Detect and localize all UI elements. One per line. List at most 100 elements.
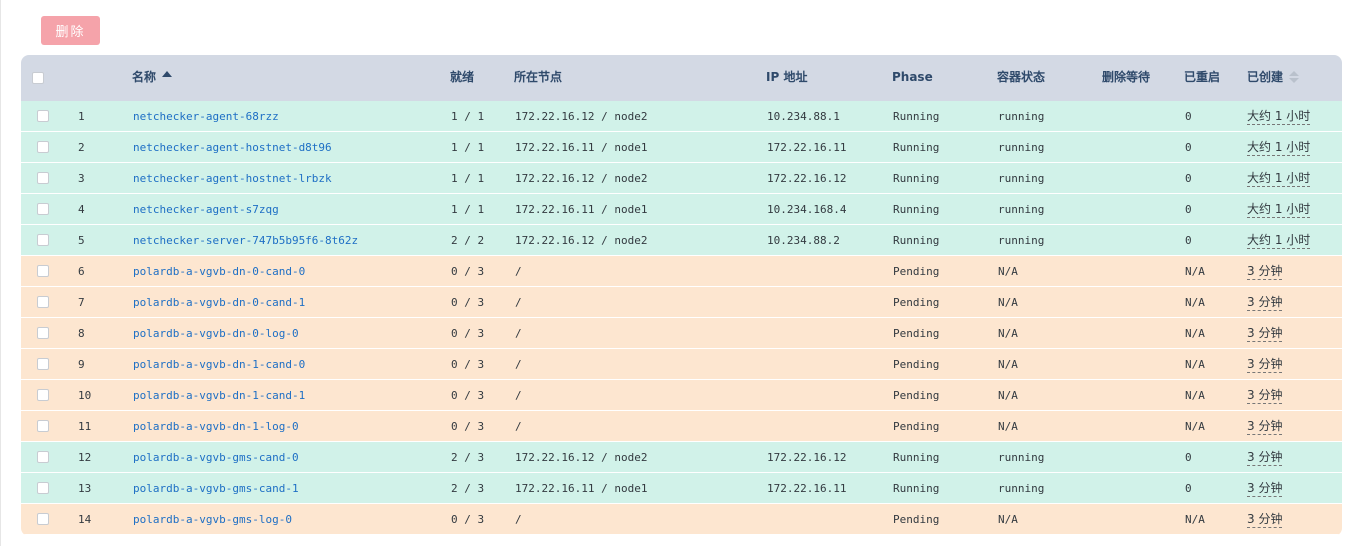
row-checkbox[interactable] <box>37 420 49 432</box>
container-state: running <box>998 110 1045 123</box>
ready-count: 0 / 3 <box>451 327 485 340</box>
created-time: 3 分钟 <box>1247 256 1283 286</box>
column-header-created-label: 已创建 <box>1247 70 1284 84</box>
ready-count: 2 / 3 <box>451 451 485 464</box>
node-address: / <box>515 389 522 402</box>
column-header-ready: 就绪 <box>450 70 475 84</box>
created-time: 3 分钟 <box>1247 380 1283 410</box>
pod-phase: Running <box>893 141 940 154</box>
column-header-created[interactable]: 已创建 <box>1247 55 1300 101</box>
table-body: 1 netchecker-agent-68rzz 1 / 1 172.22.16.12… <box>21 101 1342 535</box>
ready-count: 0 / 3 <box>451 358 485 371</box>
pod-name-link[interactable]: polardb-a-vgvb-gms-cand-1 <box>133 473 299 503</box>
pod-ip: 172.22.16.11 <box>767 482 847 495</box>
row-checkbox[interactable] <box>37 141 49 153</box>
pod-ip: 10.234.88.2 <box>767 234 840 247</box>
restart-count: 0 <box>1185 110 1192 123</box>
node-address: 172.22.16.11 / node1 <box>515 203 648 216</box>
pod-name-link[interactable]: polardb-a-vgvb-gms-log-0 <box>133 504 292 534</box>
row-checkbox[interactable] <box>37 482 49 494</box>
row-checkbox[interactable] <box>37 203 49 215</box>
row-checkbox[interactable] <box>37 513 49 525</box>
ready-count: 0 / 3 <box>451 296 485 309</box>
ready-count: 0 / 3 <box>451 513 485 526</box>
pod-ip: 172.22.16.12 <box>767 172 847 185</box>
table-row: 8 polardb-a-vgvb-dn-0-log-0 0 / 3 / Pending N… <box>21 318 1342 349</box>
row-checkbox[interactable] <box>37 358 49 370</box>
container-state: running <box>998 451 1045 464</box>
pod-name-link[interactable]: netchecker-agent-s7zqg <box>133 194 279 224</box>
pod-name-link[interactable]: netchecker-agent-hostnet-lrbzk <box>133 163 332 193</box>
created-time-text: 3 分钟 <box>1247 450 1283 466</box>
restart-count: N/A <box>1185 513 1205 526</box>
node-address: 172.22.16.12 / node2 <box>515 172 648 185</box>
table-row: 9 polardb-a-vgvb-dn-1-cand-0 0 / 3 / Pending… <box>21 349 1342 380</box>
pod-phase: Running <box>893 451 940 464</box>
row-checkbox[interactable] <box>37 389 49 401</box>
created-time-text: 大约 1 小时 <box>1247 140 1311 156</box>
pod-phase: Pending <box>893 358 940 371</box>
pod-phase: Pending <box>893 327 940 340</box>
pod-name-link[interactable]: netchecker-agent-68rzz <box>133 101 279 131</box>
table-header: 名称 就绪 所在节点 IP 地址 Phase 容器状态 删除等待 已重启 已创建 <box>21 55 1342 101</box>
container-state: N/A <box>998 265 1018 278</box>
pod-phase: Running <box>893 110 940 123</box>
sort-toggle-icon[interactable] <box>1289 71 1300 83</box>
row-checkbox[interactable] <box>37 327 49 339</box>
column-header-phase: Phase <box>892 70 933 84</box>
created-time: 大约 1 小时 <box>1247 132 1311 162</box>
row-index: 4 <box>78 203 85 216</box>
pod-name-link[interactable]: polardb-a-vgvb-dn-1-cand-1 <box>133 380 305 410</box>
pod-name-link[interactable]: polardb-a-vgvb-dn-0-log-0 <box>133 318 299 348</box>
column-header-restarts: 已重启 <box>1184 70 1221 84</box>
pod-ip: 10.234.168.4 <box>767 203 847 216</box>
pod-name-link[interactable]: polardb-a-vgvb-dn-0-cand-0 <box>133 256 305 286</box>
column-header-name[interactable]: 名称 <box>132 55 173 101</box>
sort-ascending-icon[interactable] <box>162 71 173 77</box>
created-time: 3 分钟 <box>1247 287 1283 317</box>
row-checkbox[interactable] <box>37 234 49 246</box>
row-checkbox[interactable] <box>37 265 49 277</box>
pod-name-link[interactable]: polardb-a-vgvb-dn-1-cand-0 <box>133 349 305 379</box>
delete-button[interactable]: 删除 <box>41 16 100 45</box>
pod-phase: Running <box>893 482 940 495</box>
table-row: 7 polardb-a-vgvb-dn-0-cand-1 0 / 3 / Pending… <box>21 287 1342 318</box>
pod-name-link[interactable]: netchecker-agent-hostnet-d8t96 <box>133 132 332 162</box>
table-row: 2 netchecker-agent-hostnet-d8t96 1 / 1 172.… <box>21 132 1342 163</box>
table-row: 11 polardb-a-vgvb-dn-1-log-0 0 / 3 / Pending… <box>21 411 1342 442</box>
ready-count: 0 / 3 <box>451 265 485 278</box>
created-time-text: 3 分钟 <box>1247 481 1283 497</box>
pod-phase: Running <box>893 172 940 185</box>
pods-table: 名称 就绪 所在节点 IP 地址 Phase 容器状态 删除等待 已重启 已创建… <box>21 55 1342 536</box>
ready-count: 0 / 3 <box>451 420 485 433</box>
row-checkbox[interactable] <box>37 172 49 184</box>
pod-name-link[interactable]: netchecker-server-747b5b95f6-8t62z <box>133 225 358 255</box>
row-checkbox[interactable] <box>37 296 49 308</box>
created-time-text: 3 分钟 <box>1247 419 1283 435</box>
restart-count: N/A <box>1185 327 1205 340</box>
pod-name-link[interactable]: polardb-a-vgvb-dn-1-log-0 <box>133 411 299 441</box>
ready-count: 0 / 3 <box>451 389 485 402</box>
row-index: 8 <box>78 327 85 340</box>
node-address: 172.22.16.12 / node2 <box>515 451 648 464</box>
row-index: 10 <box>78 389 92 402</box>
row-checkbox[interactable] <box>37 110 49 122</box>
pod-name-link[interactable]: polardb-a-vgvb-gms-cand-0 <box>133 442 299 472</box>
created-time-text: 大约 1 小时 <box>1247 202 1311 218</box>
table-row: 10 polardb-a-vgvb-dn-1-cand-1 0 / 3 / Pendin… <box>21 380 1342 411</box>
row-index: 3 <box>78 172 85 185</box>
created-time: 3 分钟 <box>1247 473 1283 503</box>
select-all-checkbox[interactable] <box>32 72 44 84</box>
pod-name-link[interactable]: polardb-a-vgvb-dn-0-cand-1 <box>133 287 305 317</box>
row-checkbox[interactable] <box>37 451 49 463</box>
ready-count: 1 / 1 <box>451 110 485 123</box>
ready-count: 1 / 1 <box>451 172 485 185</box>
page-left-border <box>0 0 1 546</box>
pod-phase: Running <box>893 203 940 216</box>
created-time: 3 分钟 <box>1247 411 1283 441</box>
created-time: 3 分钟 <box>1247 442 1283 472</box>
table-row: 1 netchecker-agent-68rzz 1 / 1 172.22.16.12… <box>21 101 1342 132</box>
restart-count: 0 <box>1185 482 1192 495</box>
pod-phase: Pending <box>893 296 940 309</box>
container-state: running <box>998 172 1045 185</box>
